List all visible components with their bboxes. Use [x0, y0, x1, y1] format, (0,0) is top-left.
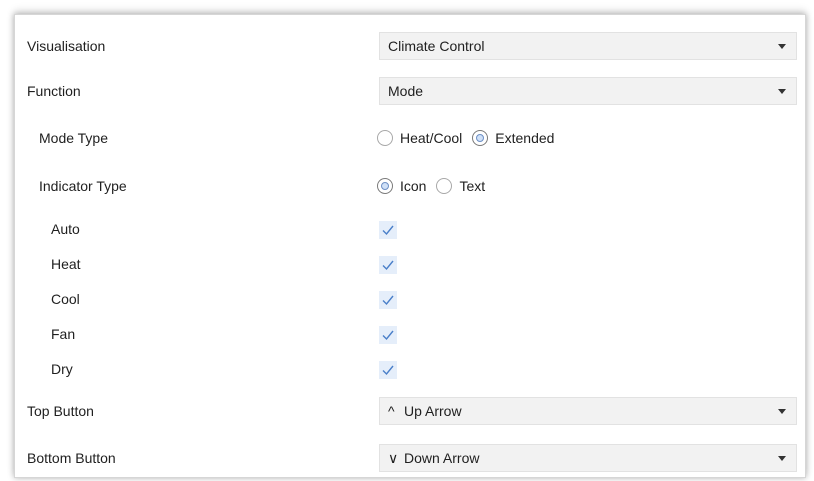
mode-type-radio-group: Heat/Cool Extended — [377, 120, 564, 156]
mode-dry-row: Dry — [15, 351, 805, 387]
indicator-type-radio-group: Icon Text — [377, 168, 495, 204]
mode-heat-checkbox[interactable] — [379, 256, 397, 274]
visualisation-dropdown[interactable]: Climate Control — [379, 32, 797, 60]
radio-selected-icon — [472, 130, 489, 146]
top-button-dropdown[interactable]: ^ Up Arrow — [379, 397, 797, 425]
checkmark-icon — [382, 295, 394, 306]
mode-heat-row: Heat — [15, 246, 805, 282]
dropdown-arrow-icon — [778, 44, 786, 49]
mode-type-label: Mode Type — [39, 130, 109, 146]
mode-cool-label: Cool — [51, 291, 80, 307]
mode-fan-checkbox[interactable] — [379, 326, 397, 344]
dropdown-arrow-icon — [778, 89, 786, 94]
mode-heat-label: Heat — [51, 256, 81, 272]
settings-panel: Visualisation Climate Control Function M… — [14, 14, 806, 478]
bottom-button-label: Bottom Button — [27, 450, 116, 466]
checkmark-icon — [382, 330, 394, 341]
top-button-value-wrap: ^ Up Arrow — [388, 398, 462, 424]
mode-auto-checkbox[interactable] — [379, 221, 397, 239]
top-button-value: Up Arrow — [404, 403, 462, 419]
radio-label: Icon — [400, 178, 427, 194]
checkmark-icon — [382, 225, 394, 236]
checkmark-icon — [382, 365, 394, 376]
mode-type-extended-radio[interactable]: Extended — [472, 130, 554, 146]
radio-unselected-icon — [436, 178, 453, 194]
indicator-type-row: Indicator Type Icon Text — [15, 168, 805, 204]
radio-label: Extended — [495, 130, 555, 146]
radio-unselected-icon — [377, 130, 393, 146]
visualisation-row: Visualisation Climate Control — [15, 28, 805, 64]
bottom-button-dropdown[interactable]: ∨ Down Arrow — [379, 444, 797, 472]
visualisation-value: Climate Control — [388, 38, 485, 54]
mode-dry-label: Dry — [51, 361, 73, 377]
radio-label: Text — [459, 178, 486, 194]
mode-fan-label: Fan — [51, 326, 76, 342]
mode-auto-label: Auto — [51, 221, 80, 237]
bottom-button-value: Down Arrow — [404, 450, 480, 466]
indicator-type-text-radio[interactable]: Text — [436, 178, 485, 194]
mode-fan-row: Fan — [15, 316, 805, 352]
function-dropdown[interactable]: Mode — [379, 77, 797, 105]
visualisation-label: Visualisation — [27, 38, 106, 54]
mode-cool-row: Cool — [15, 281, 805, 317]
down-arrow-icon: ∨ — [388, 450, 399, 466]
function-label: Function — [27, 83, 81, 99]
indicator-type-label: Indicator Type — [39, 178, 127, 194]
function-row: Function Mode — [15, 73, 805, 109]
checkmark-icon — [382, 260, 394, 271]
top-button-label: Top Button — [27, 403, 94, 419]
mode-cool-checkbox[interactable] — [379, 291, 397, 309]
radio-selected-icon — [377, 178, 393, 194]
mode-type-heat-cool-radio[interactable]: Heat/Cool — [377, 130, 462, 146]
function-value: Mode — [388, 83, 424, 99]
dropdown-arrow-icon — [778, 409, 786, 414]
dropdown-arrow-icon — [778, 456, 786, 461]
up-arrow-icon: ^ — [388, 403, 395, 419]
mode-auto-row: Auto — [15, 211, 805, 247]
bottom-button-row: Bottom Button ∨ Down Arrow — [15, 440, 805, 476]
bottom-button-value-wrap: ∨ Down Arrow — [388, 445, 479, 471]
radio-label: Heat/Cool — [400, 130, 463, 146]
mode-dry-checkbox[interactable] — [379, 361, 397, 379]
top-button-row: Top Button ^ Up Arrow — [15, 393, 805, 429]
mode-type-row: Mode Type Heat/Cool Extended — [15, 120, 805, 156]
indicator-type-icon-radio[interactable]: Icon — [377, 178, 426, 194]
